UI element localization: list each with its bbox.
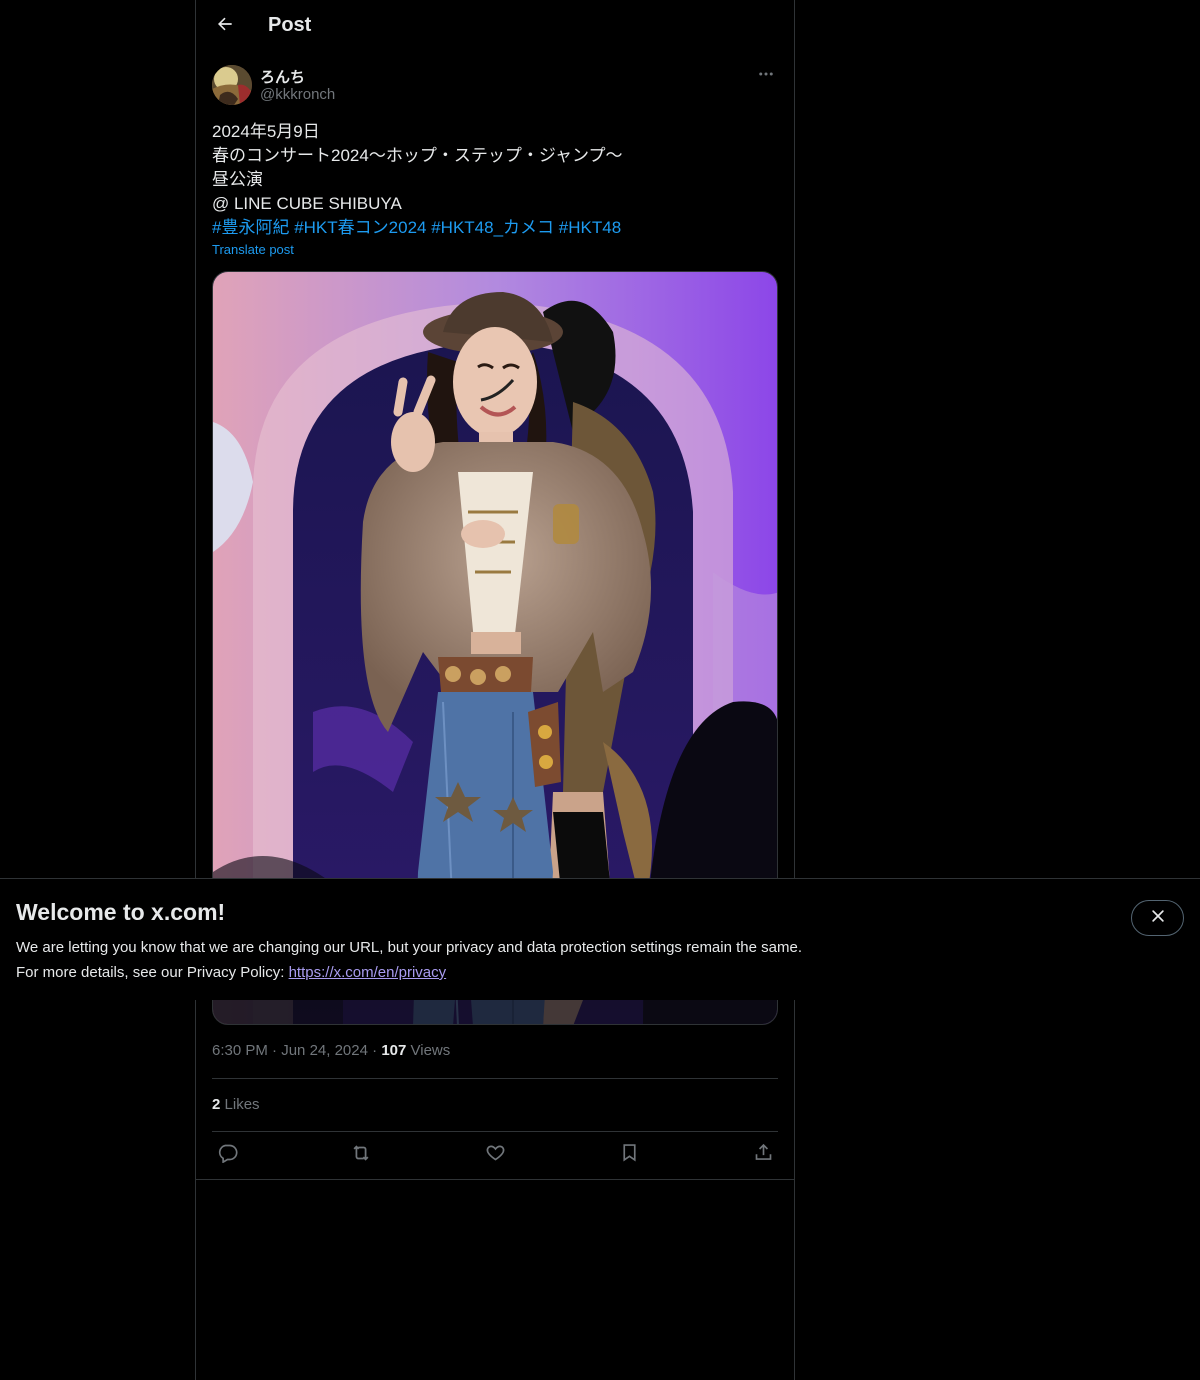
banner-line: We are letting you know that we are chan… xyxy=(16,939,802,956)
post-column: Post ろんち @kkkronch 2024年5月9日 春のコンサート2024… xyxy=(195,0,795,1380)
post-text: 2024年5月9日 春のコンサート2024〜ホップ・ステップ・ジャンプ〜 昼公演… xyxy=(212,120,778,240)
share-button[interactable] xyxy=(750,1142,776,1168)
welcome-banner: Welcome to x.com! We are letting you kno… xyxy=(0,878,1200,1000)
likes-label: Likes xyxy=(224,1096,260,1113)
bookmark-icon xyxy=(619,1142,640,1168)
likes-summary[interactable]: 2 Likes xyxy=(212,1096,260,1113)
more-horizontal-icon xyxy=(757,65,775,88)
page-header: Post xyxy=(196,0,794,53)
bookmark-button[interactable] xyxy=(616,1142,642,1168)
post-line-date: 2024年5月9日 xyxy=(212,122,320,141)
banner-title: Welcome to x.com! xyxy=(16,899,226,925)
hashtag-link[interactable]: #HKT48_カメコ xyxy=(431,218,554,237)
repost-icon xyxy=(350,1142,372,1169)
action-bar xyxy=(212,1140,778,1170)
likes-count: 2 xyxy=(212,1096,221,1113)
banner-line: For more details, see our Privacy Policy… xyxy=(16,964,289,981)
back-button[interactable] xyxy=(208,9,242,43)
close-banner-button[interactable] xyxy=(1131,900,1184,936)
divider xyxy=(196,1179,794,1180)
meta-separator: · xyxy=(372,1042,382,1059)
post-time[interactable]: 6:30 PM xyxy=(212,1042,268,1059)
heart-icon xyxy=(485,1142,506,1168)
repost-button[interactable] xyxy=(348,1142,374,1168)
author-handle[interactable]: @kkkronch xyxy=(260,86,335,103)
hashtag-link[interactable]: #HKT春コン2024 xyxy=(294,218,426,237)
translate-post-link[interactable]: Translate post xyxy=(212,242,294,257)
divider xyxy=(212,1078,778,1079)
author-name[interactable]: ろんち xyxy=(260,66,305,87)
post-author: ろんち @kkkronch xyxy=(212,64,778,106)
meta-separator: · xyxy=(272,1042,282,1059)
share-icon xyxy=(753,1142,774,1168)
hashtag-link[interactable]: #豊永阿紀 xyxy=(212,218,289,237)
post-line-venue: @ LINE CUBE SHIBUYA xyxy=(212,194,402,213)
avatar[interactable] xyxy=(212,65,252,105)
arrow-left-icon xyxy=(215,14,235,39)
page-title: Post xyxy=(268,14,312,36)
hashtag-link[interactable]: #HKT48 xyxy=(559,218,621,237)
post-date[interactable]: Jun 24, 2024 xyxy=(281,1042,368,1059)
privacy-policy-link[interactable]: https://x.com/en/privacy xyxy=(289,964,447,981)
post-line-show: 昼公演 xyxy=(212,170,263,189)
banner-text: We are letting you know that we are chan… xyxy=(16,935,916,985)
reply-button[interactable] xyxy=(214,1142,240,1168)
views-count: 107 xyxy=(381,1042,407,1059)
views-label: Views xyxy=(410,1042,451,1059)
post-line-title: 春のコンサート2024〜ホップ・ステップ・ジャンプ〜 xyxy=(212,146,623,165)
like-button[interactable] xyxy=(482,1142,508,1168)
more-button[interactable] xyxy=(754,64,778,88)
reply-icon xyxy=(217,1142,238,1168)
divider xyxy=(212,1131,778,1132)
hashtag-list: #豊永阿紀 #HKT春コン2024 #HKT48_カメコ #HKT48 xyxy=(212,216,778,240)
close-icon xyxy=(1149,907,1167,930)
post-meta: 6:30 PM · Jun 24, 2024 · 107 Views xyxy=(212,1042,450,1059)
